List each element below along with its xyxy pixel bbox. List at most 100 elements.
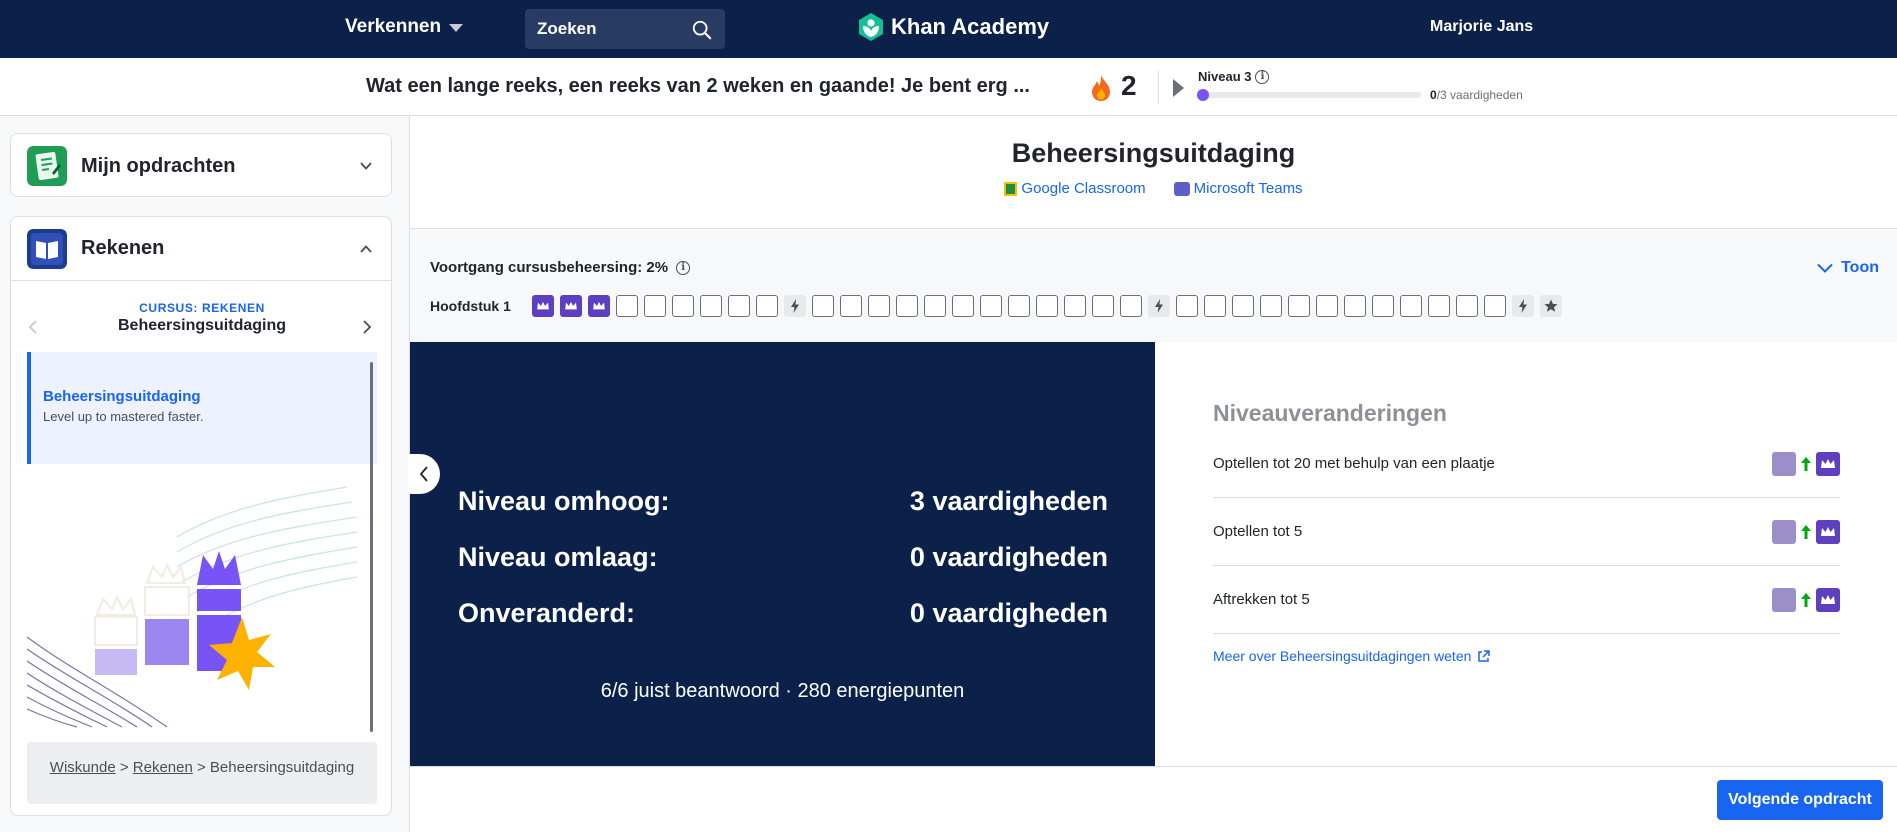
level-progress-text: 0/3 vaardigheden: [1430, 88, 1523, 102]
sidebar-scrollbar[interactable]: [370, 362, 373, 732]
skill-not-started[interactable]: [1232, 295, 1254, 317]
streak-count: 2: [1121, 70, 1137, 101]
skill-not-started[interactable]: [1456, 295, 1478, 317]
skill-not-started[interactable]: [1344, 295, 1366, 317]
assignments-header[interactable]: Mijn opdrachten: [11, 134, 391, 198]
explore-menu[interactable]: Verkennen: [345, 16, 464, 38]
skill-not-started[interactable]: [1092, 295, 1114, 317]
level-change-row: Aftrekken tot 5: [1213, 566, 1840, 634]
skill-not-started[interactable]: [1120, 295, 1142, 317]
result-label: Niveau omlaag:: [458, 542, 658, 572]
microsoft-teams-icon: [1173, 181, 1190, 196]
search-input[interactable]: [537, 19, 687, 39]
toon-label: Toon: [1841, 259, 1879, 276]
google-classroom-icon: [1004, 181, 1018, 196]
toon-toggle[interactable]: Toon: [1817, 259, 1879, 277]
unit-test-star-icon[interactable]: [1540, 295, 1562, 317]
learn-more-link[interactable]: Meer over Beheersingsuitdagingen weten: [1213, 648, 1491, 664]
lesson-subtitle: Level up to mastered faster.: [43, 409, 204, 424]
skill-not-started[interactable]: [1288, 295, 1310, 317]
skill-not-started[interactable]: [1428, 295, 1450, 317]
skill-not-started[interactable]: [812, 295, 834, 317]
khan-leaf-logo-icon: [859, 13, 883, 41]
skill-not-started[interactable]: [1064, 295, 1086, 317]
quiz-lightning-icon[interactable]: [1512, 295, 1534, 317]
skill-not-started[interactable]: [1036, 295, 1058, 317]
skill-not-started[interactable]: [924, 295, 946, 317]
level-change-row: Optellen tot 20 met behulp van een plaat…: [1213, 430, 1840, 498]
mastered-crown-icon: [1816, 519, 1840, 544]
familiar-level-icon: [1772, 519, 1796, 544]
info-icon[interactable]: i: [1255, 69, 1270, 84]
skill-not-started[interactable]: [672, 295, 694, 317]
mastered-crown-icon: [1816, 587, 1840, 612]
assignments-icon: [27, 146, 67, 186]
skill-mastered-crown-icon[interactable]: [588, 295, 610, 317]
breadcrumb-separator: >: [119, 759, 129, 776]
course-header[interactable]: Rekenen: [11, 217, 391, 281]
skill-not-started[interactable]: [868, 295, 890, 317]
sidebar: Mijn opdrachten Rekenen CURSUS: REKENEN …: [0, 116, 410, 832]
breadcrumb-link-wiskunde[interactable]: Wiskunde: [50, 759, 116, 776]
skill-not-started[interactable]: [1260, 295, 1282, 317]
google-classroom-link[interactable]: Google Classroom: [1004, 180, 1146, 197]
chevron-up-icon: [360, 245, 372, 253]
level-changes-title: Niveauveranderingen: [1213, 400, 1447, 426]
mastery-label: Voortgang cursusbeheersing: 2% i: [430, 259, 691, 276]
play-icon[interactable]: [1173, 79, 1184, 97]
chevron-right-icon[interactable]: [361, 320, 373, 334]
mastered-crown-icon: [1816, 451, 1840, 476]
level-label: Niveau 3 i: [1198, 69, 1270, 84]
skill-mastered-crown-icon[interactable]: [560, 295, 582, 317]
skill-mastered-crown-icon[interactable]: [532, 295, 554, 317]
search-box: [525, 9, 725, 49]
skill-not-started[interactable]: [644, 295, 666, 317]
quiz-lightning-icon[interactable]: [1148, 295, 1170, 317]
lesson-item-mastery-challenge[interactable]: Beheersingsuitdaging Level up to mastere…: [27, 352, 377, 464]
result-value: 3 vaardigheden: [909, 486, 1108, 516]
divider: [1158, 70, 1159, 104]
top-navigation: Verkennen Khan Academy Marjorie Jans: [0, 0, 1897, 58]
skill-not-started[interactable]: [1316, 295, 1338, 317]
skill-not-started[interactable]: [1484, 295, 1506, 317]
skill-not-started[interactable]: [1400, 295, 1422, 317]
quiz-lightning-icon[interactable]: [784, 295, 806, 317]
chapter-label: Hoofdstuk 1: [430, 298, 511, 314]
skill-name: Optellen tot 20 met behulp van een plaat…: [1213, 455, 1495, 472]
skill-not-started[interactable]: [952, 295, 974, 317]
level-change-indicator: [1772, 451, 1840, 476]
chevron-left-icon: [419, 466, 428, 482]
level-progress-value: 0: [1430, 88, 1437, 102]
result-row-level-up: Niveau omhoog: 3 vaardigheden: [458, 486, 1108, 517]
chevron-left-icon[interactable]: [27, 320, 39, 334]
khan-academy-logo[interactable]: Khan Academy: [857, 12, 1049, 42]
breadcrumb: Wiskunde > Rekenen > Beheersingsuitdagin…: [27, 742, 377, 804]
streak-bar: Wat een lange reeks, een reeks van 2 wek…: [0, 58, 1897, 116]
search-icon[interactable]: [691, 19, 713, 41]
info-icon[interactable]: i: [676, 260, 691, 275]
user-menu[interactable]: Marjorie Jans: [1430, 18, 1533, 36]
skill-not-started[interactable]: [756, 295, 778, 317]
next-assignment-button[interactable]: Volgende opdracht: [1717, 780, 1883, 820]
skill-not-started[interactable]: [1008, 295, 1030, 317]
skill-not-started[interactable]: [616, 295, 638, 317]
skill-not-started[interactable]: [728, 295, 750, 317]
breadcrumb-link-rekenen[interactable]: Rekenen: [133, 759, 193, 776]
share-links: Google Classroom Microsoft Teams: [410, 180, 1897, 197]
mastery-label-text: Voortgang cursusbeheersing: 2%: [430, 259, 669, 276]
page-title: Beheersingsuitdaging: [1011, 138, 1296, 168]
collapse-sidebar-button[interactable]: [408, 454, 440, 494]
skill-not-started[interactable]: [896, 295, 918, 317]
learn-more-label: Meer over Beheersingsuitdagingen weten: [1213, 648, 1472, 664]
skill-not-started[interactable]: [840, 295, 862, 317]
skill-not-started[interactable]: [700, 295, 722, 317]
skill-not-started[interactable]: [1176, 295, 1198, 317]
skill-not-started[interactable]: [980, 295, 1002, 317]
chapter-row: Hoofdstuk 1: [430, 295, 1568, 317]
skill-not-started[interactable]: [1372, 295, 1394, 317]
result-label: Onveranderd:: [458, 598, 636, 628]
microsoft-teams-link[interactable]: Microsoft Teams: [1173, 180, 1303, 197]
skill-not-started[interactable]: [1204, 295, 1226, 317]
google-classroom-label: Google Classroom: [1021, 180, 1146, 197]
mastery-challenge-illustration: [27, 486, 358, 728]
